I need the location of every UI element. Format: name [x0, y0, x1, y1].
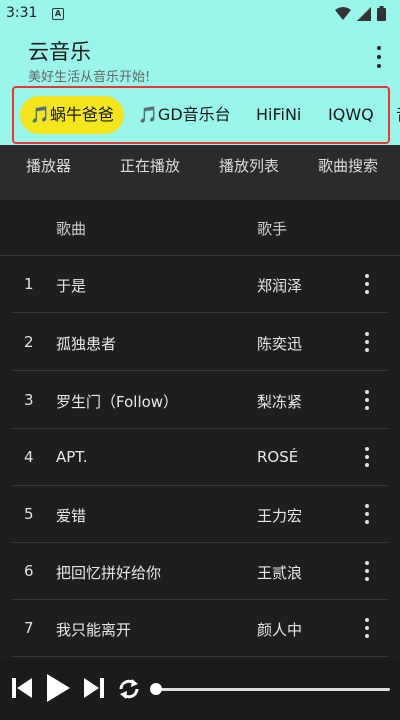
row-index: 3	[24, 391, 34, 409]
seek-thumb[interactable]	[150, 683, 162, 695]
header-song: 歌曲	[56, 220, 87, 238]
menu-song-search[interactable]: 歌曲搜索	[318, 155, 378, 176]
row-index: 5	[24, 505, 34, 523]
status-bar: 3:31 A	[0, 0, 400, 28]
row-index: 1	[24, 275, 34, 293]
app-header: 3:31 A 云音乐 美好生活从音乐开始! 🎵蜗牛爸爸 🎵GD音乐台 HiFiN…	[0, 0, 400, 145]
row-artist: 郑润泽	[257, 277, 303, 295]
app-title: 云音乐	[28, 40, 91, 64]
table-row[interactable]: 5 爱错 王力宏	[12, 486, 388, 543]
row-artist: 王贰浪	[257, 564, 303, 582]
row-artist: 颜人中	[257, 621, 303, 639]
row-title: 罗生门（Follow）	[56, 393, 179, 411]
table-row[interactable]: 2 孤独患者 陈奕迅	[12, 314, 388, 371]
menu-now-playing[interactable]: 正在播放	[120, 155, 180, 176]
menu-player[interactable]: 播放器	[26, 155, 71, 176]
more-options-icon[interactable]	[362, 274, 372, 294]
table-row[interactable]: 3 罗生门（Follow） 梨冻紧	[12, 372, 388, 429]
row-artist: ROSÉ	[257, 448, 299, 466]
skip-next-icon[interactable]	[82, 676, 106, 700]
menu-tabs: 播放器 正在播放 播放列表 歌曲搜索	[0, 145, 400, 187]
row-title: 爱错	[56, 507, 87, 525]
wifi-icon	[335, 6, 351, 20]
row-index: 4	[24, 448, 34, 466]
repeat-icon[interactable]	[116, 676, 142, 702]
player-bar	[0, 660, 400, 720]
table-row[interactable]: 4 APT. ROSÉ	[12, 429, 388, 486]
row-title: 把回忆拼好给你	[56, 564, 162, 582]
source-tab-more[interactable]: 音	[396, 96, 400, 134]
app-subtitle: 美好生活从音乐开始!	[28, 70, 151, 85]
song-table: 歌曲 歌手 1 于是 郑润泽 2 孤独患者 陈奕迅 3 罗生门（Follow） …	[0, 200, 400, 660]
row-artist: 梨冻紧	[257, 393, 303, 411]
header-artist: 歌手	[257, 220, 288, 238]
more-options-icon[interactable]	[362, 332, 372, 352]
play-icon[interactable]	[44, 672, 72, 704]
more-options-icon[interactable]	[362, 561, 372, 581]
row-title: 孤独患者	[56, 335, 117, 353]
menu-playlist[interactable]: 播放列表	[219, 155, 279, 176]
signal-icon	[357, 6, 371, 21]
row-title: APT.	[56, 448, 88, 466]
status-time: 3:31	[6, 5, 38, 21]
more-options-icon[interactable]	[362, 618, 372, 638]
table-row[interactable]: 6 把回忆拼好给你 王贰浪	[12, 543, 388, 600]
row-index: 2	[24, 333, 34, 351]
source-tab-iqwq[interactable]: IQWQ	[328, 96, 374, 134]
table-row[interactable]: 7 我只能离开 颜人中	[12, 600, 388, 657]
status-icons	[335, 6, 386, 21]
seek-bar[interactable]	[156, 688, 390, 691]
notification-badge-icon: A	[52, 8, 64, 20]
row-artist: 陈奕迅	[257, 335, 303, 353]
row-index: 6	[24, 562, 34, 580]
source-tabs: 🎵蜗牛爸爸 🎵GD音乐台 HiFiNi IQWQ 音	[14, 88, 400, 142]
row-title: 我只能离开	[56, 621, 132, 639]
source-tab-woniu[interactable]: 🎵蜗牛爸爸	[20, 96, 124, 134]
row-artist: 王力宏	[257, 507, 303, 525]
table-row[interactable]: 1 于是 郑润泽	[12, 256, 388, 313]
overflow-menu-icon[interactable]	[374, 46, 384, 68]
source-tab-gd[interactable]: 🎵GD音乐台	[138, 96, 231, 134]
skip-previous-icon[interactable]	[10, 676, 34, 700]
more-options-icon[interactable]	[362, 504, 372, 524]
battery-icon	[377, 6, 386, 21]
more-options-icon[interactable]	[362, 447, 372, 467]
more-options-icon[interactable]	[362, 390, 372, 410]
table-header: 歌曲 歌手	[0, 200, 400, 256]
row-title: 于是	[56, 277, 87, 295]
source-tab-hifini[interactable]: HiFiNi	[256, 96, 301, 134]
row-index: 7	[24, 619, 34, 637]
